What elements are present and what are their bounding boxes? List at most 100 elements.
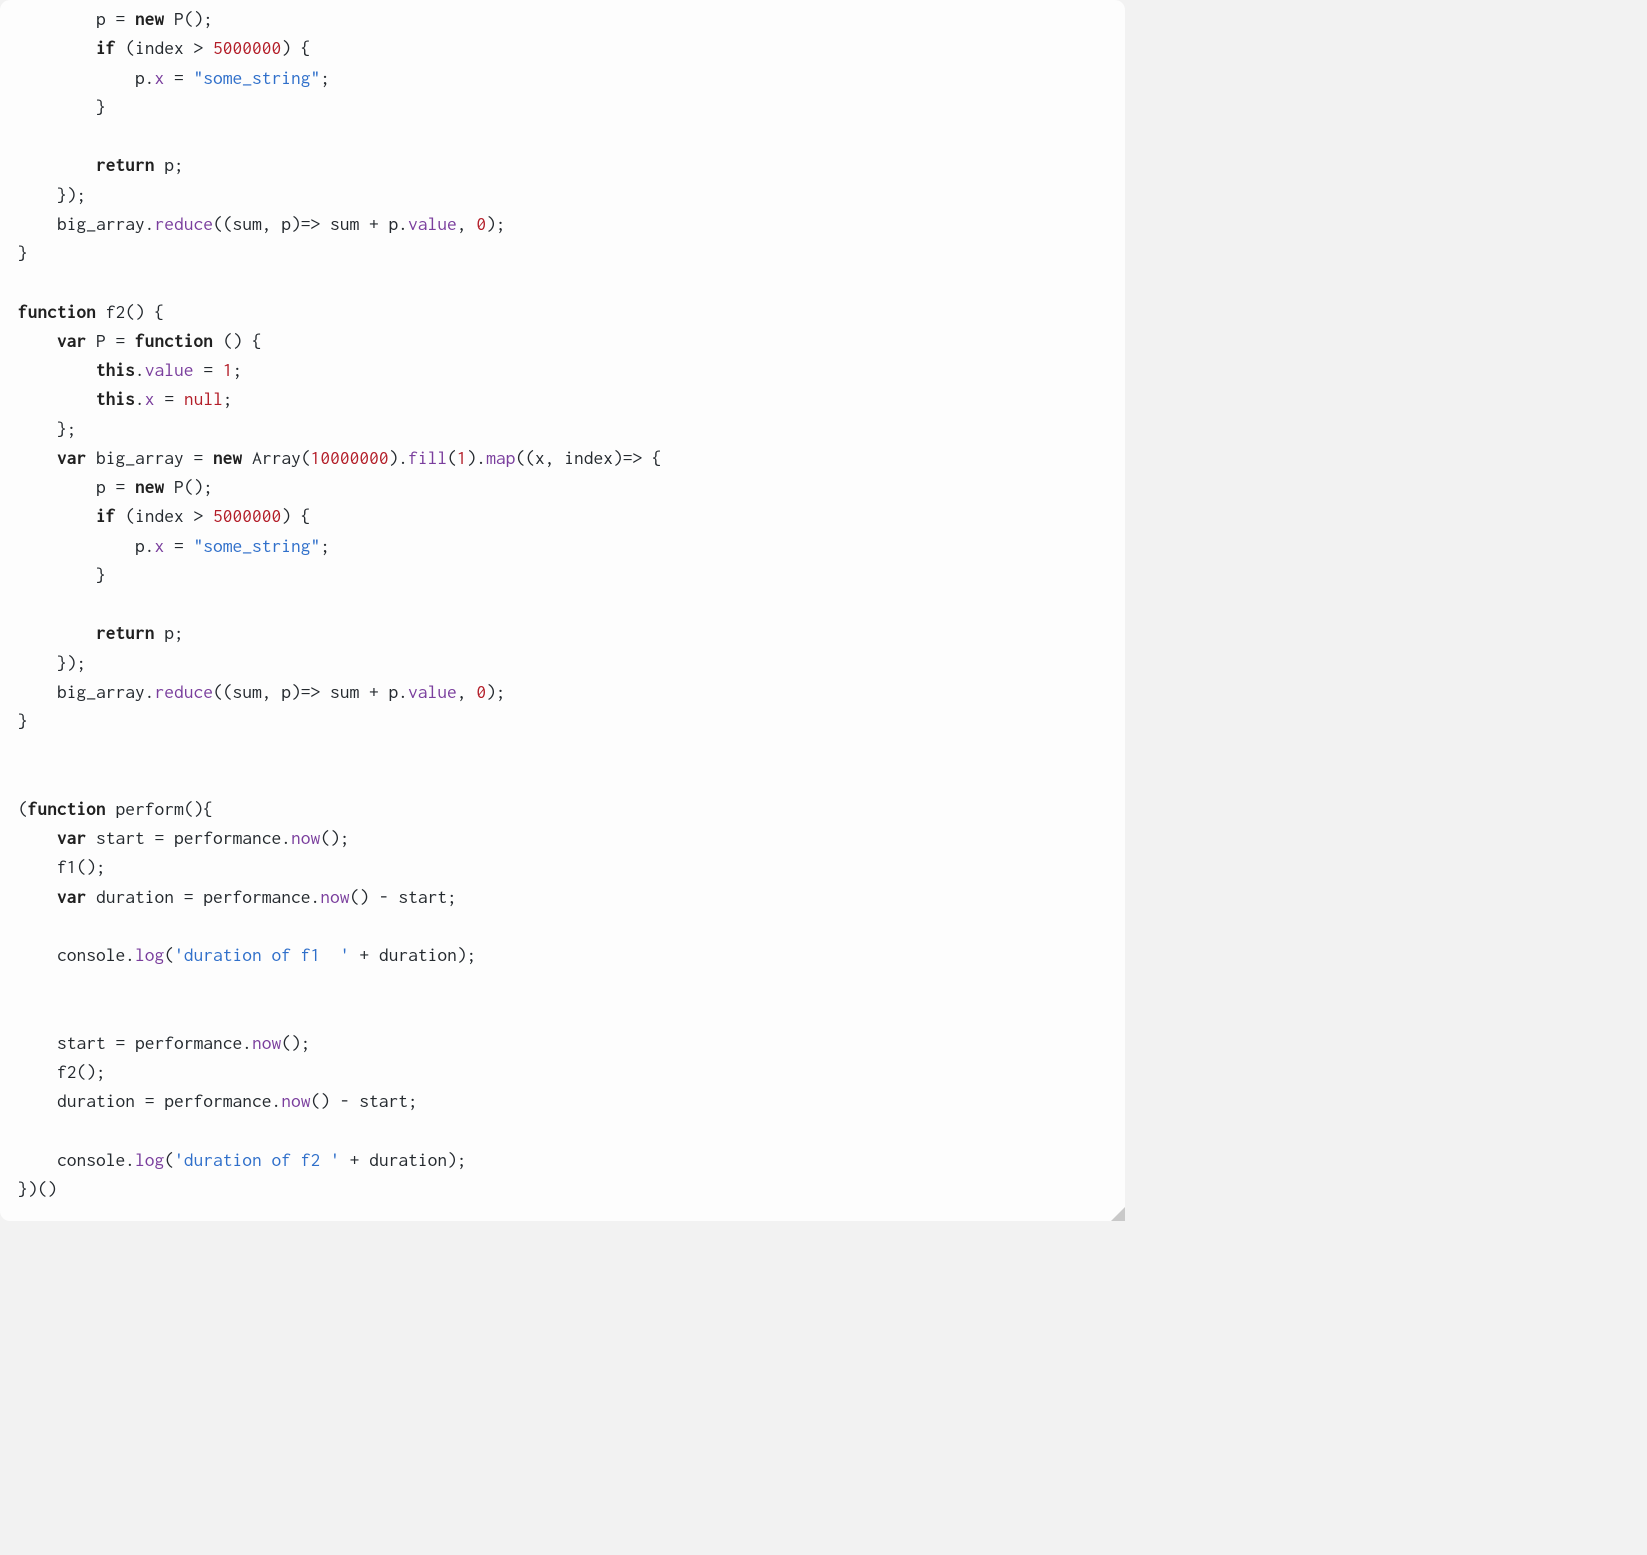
code-token: value <box>408 213 457 234</box>
code-token: "some_string" <box>194 67 321 88</box>
code-token: ). <box>467 447 487 468</box>
code-token: duration = performance. <box>86 886 320 907</box>
code-token: duration = performance. <box>18 1090 281 1111</box>
code-token: x <box>155 535 165 556</box>
code-token: perform(){ <box>106 798 213 819</box>
code-token: Array( <box>242 447 310 468</box>
code-token: start = performance. <box>18 1032 252 1053</box>
code-token: if <box>96 37 116 58</box>
code-token: } <box>18 564 106 585</box>
code-token: reduce <box>155 681 214 702</box>
code-token: ( <box>447 447 457 468</box>
code-token: ; <box>320 67 330 88</box>
code-token: ((sum, p)=> sum + p. <box>213 681 408 702</box>
code-content: p = new P(); if (index > 5000000) { p.x … <box>18 4 1107 1203</box>
code-token: P(); <box>164 476 213 497</box>
code-token: p. <box>18 535 155 556</box>
code-block: p = new P(); if (index > 5000000) { p.x … <box>0 0 1125 1221</box>
code-token: value <box>408 681 457 702</box>
code-token: ((x, index)=> { <box>515 447 661 468</box>
code-token: } <box>18 242 28 263</box>
code-token: p. <box>18 67 155 88</box>
code-token: (index > <box>116 37 214 58</box>
code-token: f2(); <box>18 1061 106 1082</box>
code-token: 0 <box>476 213 486 234</box>
code-token: + duration); <box>340 1149 467 1170</box>
code-token: return <box>96 622 155 643</box>
code-token: ( <box>164 944 174 965</box>
code-token <box>18 154 96 175</box>
code-token: f1(); <box>18 856 106 877</box>
code-token: })() <box>18 1178 57 1199</box>
code-token: return <box>96 154 155 175</box>
code-token: = <box>164 67 193 88</box>
code-token: p = <box>18 476 135 497</box>
code-token: new <box>135 476 164 497</box>
code-token: big_array. <box>18 681 155 702</box>
code-token: 5000000 <box>213 37 281 58</box>
code-token: f2() { <box>96 301 164 322</box>
code-token: ). <box>389 447 409 468</box>
code-token: (); <box>320 827 349 848</box>
code-token: () - start; <box>350 886 457 907</box>
code-token: 'duration of f2 ' <box>174 1149 340 1170</box>
code-token: ) { <box>281 505 310 526</box>
code-token: ( <box>164 1149 174 1170</box>
code-token: (); <box>281 1032 310 1053</box>
code-token: var <box>57 330 86 351</box>
code-token: var <box>57 827 86 848</box>
code-token: () - start; <box>311 1090 418 1111</box>
code-token: this <box>96 388 135 409</box>
code-token: x <box>155 67 165 88</box>
code-token: ); <box>486 681 506 702</box>
code-token <box>18 827 57 848</box>
code-token <box>18 330 57 351</box>
code-token: 1 <box>223 359 233 380</box>
code-token: ; <box>223 388 233 409</box>
code-token: var <box>57 447 86 468</box>
code-token: p; <box>155 154 184 175</box>
code-token: . <box>135 388 145 409</box>
code-token: big_array. <box>18 213 155 234</box>
code-token: ); <box>486 213 506 234</box>
code-token: = <box>194 359 223 380</box>
code-token: ( <box>18 798 28 819</box>
code-token: (index > <box>116 505 214 526</box>
code-token: now <box>320 886 349 907</box>
code-token: fill <box>408 447 447 468</box>
code-token: . <box>135 359 145 380</box>
code-token: }; <box>18 418 77 439</box>
code-token: 'duration of f1 ' <box>174 944 350 965</box>
code-token: 5000000 <box>213 505 281 526</box>
code-token: value <box>145 359 194 380</box>
code-token: } <box>18 710 28 731</box>
code-token: null <box>184 388 223 409</box>
code-token: 0 <box>476 681 486 702</box>
code-token: "some_string" <box>194 535 321 556</box>
code-token: } <box>18 96 106 117</box>
code-token: function <box>135 330 213 351</box>
code-token: var <box>57 886 86 907</box>
code-token: 1 <box>457 447 467 468</box>
code-token: new <box>213 447 242 468</box>
code-token: if <box>96 505 116 526</box>
code-token <box>18 388 96 409</box>
code-token: ((sum, p)=> sum + p. <box>213 213 408 234</box>
code-token: this <box>96 359 135 380</box>
code-token: reduce <box>155 213 214 234</box>
code-token <box>18 359 96 380</box>
code-token <box>18 886 57 907</box>
code-token: console. <box>18 944 135 965</box>
code-token: = <box>155 388 184 409</box>
code-token: function <box>28 798 106 819</box>
code-token: console. <box>18 1149 135 1170</box>
code-token: x <box>145 388 155 409</box>
code-token: , <box>457 213 477 234</box>
code-token: function <box>18 301 96 322</box>
code-token: new <box>135 8 164 29</box>
code-token: = <box>164 535 193 556</box>
code-token: log <box>135 944 164 965</box>
code-token: now <box>281 1090 310 1111</box>
code-token: start = performance. <box>86 827 291 848</box>
code-token <box>18 447 57 468</box>
